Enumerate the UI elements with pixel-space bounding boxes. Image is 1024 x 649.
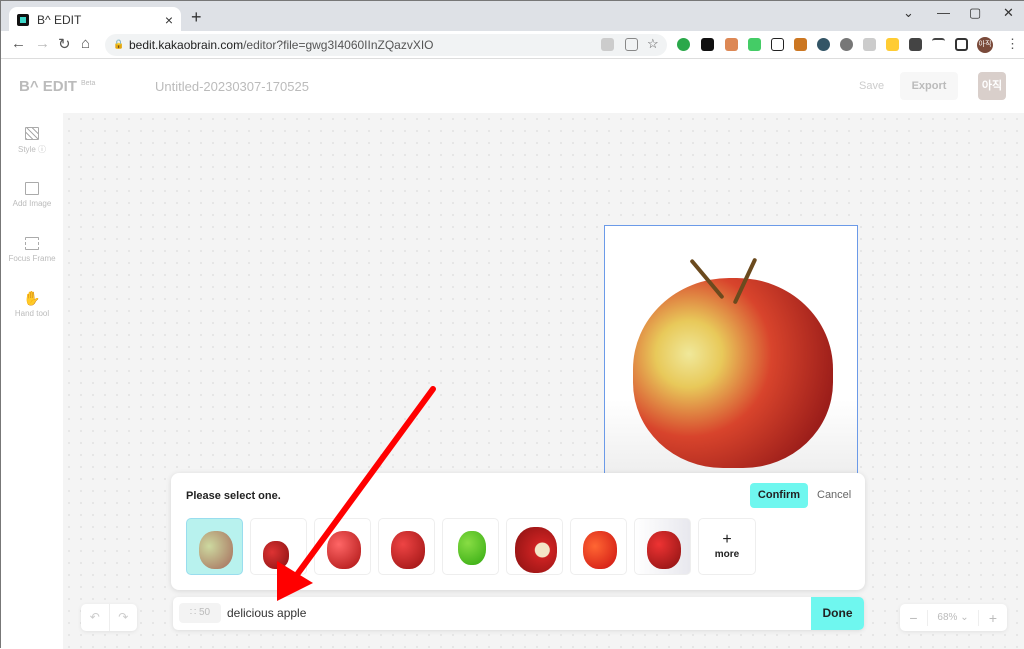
- extension-icon[interactable]: [725, 38, 738, 51]
- sidebar-item-label: Focus Frame: [8, 254, 56, 263]
- done-button[interactable]: Done: [811, 597, 864, 630]
- puzzle-extensions-icon[interactable]: [909, 38, 922, 51]
- more-label: more: [714, 549, 740, 560]
- chevron-down-icon: ⌄: [960, 612, 969, 623]
- maximize-button[interactable]: ▢: [969, 5, 981, 21]
- character-count: ∷ 50: [179, 603, 221, 623]
- menu-icon[interactable]: ⋮: [1006, 36, 1019, 52]
- extension-icon[interactable]: [863, 38, 876, 51]
- url-domain: bedit.kakaobrain.com: [129, 38, 244, 52]
- count-value: 50: [199, 607, 211, 618]
- logo[interactable]: B^ EDIT Beta: [19, 78, 95, 95]
- more-button[interactable]: + more: [698, 518, 756, 575]
- close-tab-icon[interactable]: ×: [165, 12, 173, 28]
- user-avatar[interactable]: 아직: [978, 72, 1006, 100]
- export-button[interactable]: Export: [900, 72, 958, 100]
- redo-icon[interactable]: ↷: [110, 604, 138, 631]
- undo-redo-group: ↶ ↷: [81, 604, 137, 631]
- prompt-input[interactable]: [227, 601, 807, 625]
- sidebar-item-hand-tool[interactable]: ✋ Hand tool: [1, 290, 63, 318]
- sidebar-item-label: Style ⓘ: [17, 145, 46, 154]
- zoom-level: 68%: [937, 612, 958, 623]
- thumbnail-4[interactable]: [378, 518, 435, 575]
- logo-text: B^ EDIT: [19, 78, 77, 95]
- media-icon[interactable]: [932, 38, 945, 51]
- download-extension-icon[interactable]: [701, 38, 714, 51]
- style-icon: [25, 127, 39, 140]
- undo-icon[interactable]: ↶: [81, 604, 110, 631]
- thumbnail-1[interactable]: [186, 518, 243, 575]
- thumbnail-2[interactable]: [250, 518, 307, 575]
- zoom-out-button[interactable]: −: [900, 609, 928, 626]
- profile-avatar[interactable]: 아직: [977, 37, 993, 53]
- panel-prompt: Please select one.: [186, 490, 281, 502]
- close-window-button[interactable]: ✕: [1003, 5, 1014, 21]
- image-icon: [25, 182, 39, 195]
- lock-icon: 🔒: [113, 39, 125, 49]
- thumbnail-6[interactable]: [506, 518, 563, 575]
- selection-panel: Please select one. Confirm Cancel + more: [171, 473, 865, 590]
- favicon-icon: [17, 14, 29, 26]
- back-icon[interactable]: ←: [11, 35, 26, 52]
- share-icon[interactable]: [625, 38, 638, 51]
- apple-image: [633, 278, 833, 468]
- new-tab-button[interactable]: +: [191, 7, 202, 28]
- document-title[interactable]: Untitled-20230307-170525: [155, 79, 309, 94]
- url-path: /editor?file=gwg3I4060IInZQazvXIO: [243, 38, 434, 52]
- thumbnail-7[interactable]: [570, 518, 627, 575]
- sidebar-item-label: Hand tool: [14, 309, 50, 318]
- sidebar-item-focus-frame[interactable]: Focus Frame: [1, 237, 63, 263]
- translate-icon[interactable]: [601, 38, 614, 51]
- sidebar-item-style[interactable]: Style ⓘ: [1, 127, 63, 155]
- extension-icon[interactable]: [840, 38, 853, 51]
- thumbnail-3[interactable]: [314, 518, 371, 575]
- sidebar-item-label: Add Image: [12, 199, 52, 208]
- reload-icon[interactable]: ↻: [58, 35, 71, 53]
- bookmark-star-icon[interactable]: ☆: [647, 36, 659, 52]
- hand-icon: ✋: [23, 290, 41, 306]
- side-panel-icon[interactable]: [955, 38, 968, 51]
- tab-search-icon[interactable]: ⌄: [903, 5, 914, 21]
- cursor-extension-icon[interactable]: [771, 38, 784, 51]
- frame-icon: [25, 237, 39, 250]
- cancel-button[interactable]: Cancel: [817, 489, 851, 501]
- evernote-extension-icon[interactable]: [677, 38, 690, 51]
- plus-icon: +: [722, 531, 732, 548]
- url-field[interactable]: bedit.kakaobrain.com/editor?file=gwg3I40…: [105, 34, 667, 56]
- home-icon[interactable]: ⌂: [81, 35, 90, 52]
- extension-icon[interactable]: [794, 38, 807, 51]
- shield-extension-icon[interactable]: [748, 38, 761, 51]
- zoom-level-select[interactable]: 68% ⌄: [928, 612, 978, 623]
- prompt-bar: ∷ 50 Done: [173, 597, 864, 630]
- count-icon: ∷: [189, 607, 199, 618]
- zoom-in-button[interactable]: +: [978, 609, 1007, 626]
- minimize-button[interactable]: —: [937, 5, 950, 20]
- tab-title: B^ EDIT: [37, 13, 82, 27]
- extension-icon[interactable]: [886, 38, 899, 51]
- thumbnail-5[interactable]: [442, 518, 499, 575]
- save-button[interactable]: Save: [859, 80, 884, 92]
- sidebar-item-add-image[interactable]: Add Image: [1, 182, 63, 208]
- extension-icon[interactable]: [817, 38, 830, 51]
- browser-tab[interactable]: B^ EDIT ×: [9, 7, 181, 33]
- thumbnail-8[interactable]: [634, 518, 691, 575]
- confirm-button[interactable]: Confirm: [750, 483, 808, 508]
- beta-badge: Beta: [80, 80, 96, 87]
- forward-icon[interactable]: →: [35, 35, 50, 52]
- zoom-control: − 68% ⌄ +: [900, 604, 1007, 631]
- generated-image-frame[interactable]: [604, 225, 858, 475]
